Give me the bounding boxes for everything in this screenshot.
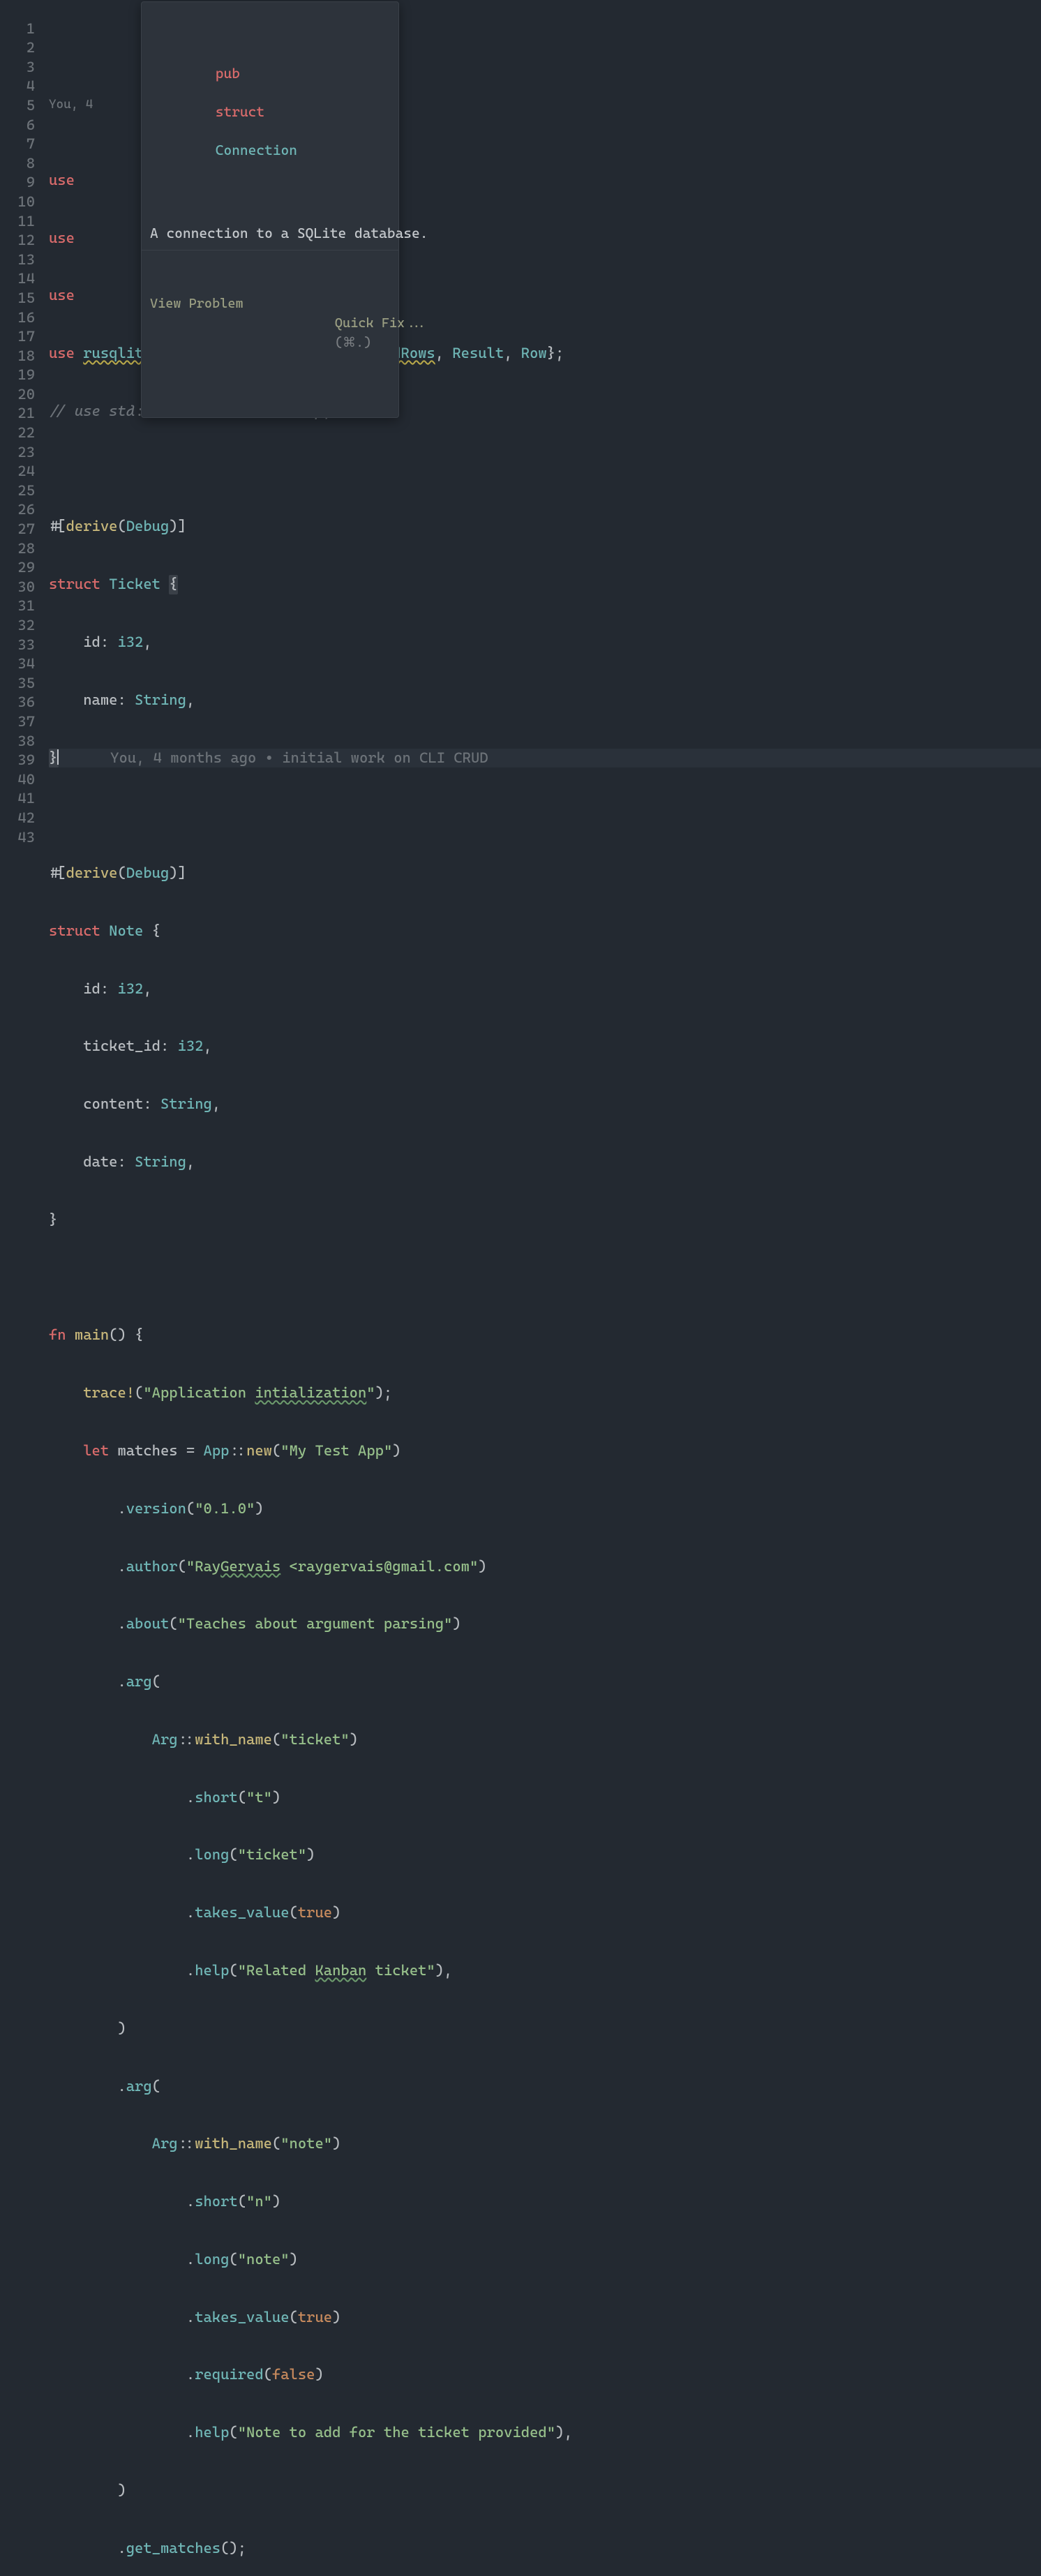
hover-signature: pub struct Connection [142, 40, 398, 181]
line-number: 21 [0, 404, 35, 424]
hover-tooltip: pub struct Connection A connection to a … [141, 1, 399, 418]
line-number-gutter: 1 2 3 4 5 6 7 8 9 10 11 12 13 14 15 16 1… [0, 0, 49, 2576]
line-number: 32 [0, 616, 35, 636]
code-line: ticket_id: i32, [49, 1037, 1041, 1056]
line-number: 43 [0, 828, 35, 848]
line-number: 3 [0, 58, 35, 77]
code-line: name: String, [49, 691, 1041, 710]
code-line: .long("ticket") [49, 1845, 1041, 1865]
line-number: 16 [0, 308, 35, 328]
line-number: 26 [0, 500, 35, 520]
line-number: 22 [0, 424, 35, 443]
line-number: 38 [0, 732, 35, 751]
code-line: date: String, [49, 1153, 1041, 1172]
hover-actions: View Problem Quick Fix... (⌘.) [142, 289, 398, 378]
line-number: 17 [0, 327, 35, 347]
keyword-pub: pub [216, 65, 240, 82]
line-number: 6 [0, 116, 35, 135]
code-line: } [49, 1211, 1041, 1230]
code-line: Arg::with_name("ticket") [49, 1730, 1041, 1750]
code-line: .long("note") [49, 2250, 1041, 2270]
code-line: .required(false) [49, 2365, 1041, 2385]
line-number: 41 [0, 789, 35, 809]
type-name: Connection [216, 142, 297, 158]
code-line: content: String, [49, 1095, 1041, 1114]
code-line: .about("Teaches about argument parsing") [49, 1615, 1041, 1634]
line-number: 10 [0, 193, 35, 212]
line-number: 31 [0, 597, 35, 616]
line-number: 2 [0, 38, 35, 58]
code-line: struct Note { [49, 922, 1041, 941]
code-line [49, 460, 1041, 479]
codelens-blame[interactable]: You, 4 [49, 95, 93, 114]
line-number: 37 [0, 712, 35, 732]
code-line: .author("RayGervais <raygervais@gmail.co… [49, 1557, 1041, 1577]
code-line: .takes_value(true) [49, 1903, 1041, 1923]
line-number: 1 [0, 20, 35, 39]
line-number: 30 [0, 578, 35, 597]
line-number: 7 [0, 135, 35, 154]
code-line: .get_matches(); [49, 2539, 1041, 2559]
line-number: 11 [0, 212, 35, 232]
line-number: 34 [0, 654, 35, 674]
inline-git-blame[interactable]: You, 4 months ago • initial work on CLI … [110, 749, 488, 768]
line-number: 12 [0, 231, 35, 250]
code-area[interactable]: pub struct Connection A connection to a … [49, 0, 1041, 2576]
line-number: 28 [0, 539, 35, 559]
code-line [49, 806, 1041, 825]
code-line [49, 1268, 1041, 1288]
code-line: fn main() { [49, 1326, 1041, 1345]
code-line: .version("0.1.0") [49, 1499, 1041, 1519]
line-number: 4 [0, 77, 35, 96]
code-line: struct Ticket { [49, 575, 1041, 594]
line-number: 24 [0, 462, 35, 481]
code-line: let matches = App::new("My Test App") [49, 1441, 1041, 1461]
line-number: 42 [0, 809, 35, 828]
code-line: .arg( [49, 2077, 1041, 2097]
quick-fix-shortcut: (⌘.) [335, 335, 371, 350]
code-line: .short("n") [49, 2192, 1041, 2212]
code-line: #[derive(Debug)] [49, 517, 1041, 537]
code-line: .arg( [49, 1672, 1041, 1692]
code-line: .help("Note to add for the ticket provid… [49, 2423, 1041, 2443]
line-number: 8 [0, 154, 35, 174]
code-line: .help("Related Kanban ticket"), [49, 1961, 1041, 1981]
code-line: ) [49, 2019, 1041, 2039]
line-number: 27 [0, 520, 35, 539]
line-number: 23 [0, 443, 35, 463]
line-number: 33 [0, 636, 35, 655]
code-line: .takes_value(true) [49, 2308, 1041, 2328]
line-number: 9 [0, 173, 35, 193]
line-number: 15 [0, 289, 35, 308]
line-number: 14 [0, 269, 35, 289]
code-line: .short("t") [49, 1788, 1041, 1808]
line-number: 35 [0, 674, 35, 694]
hover-description: A connection to a SQLite database. [142, 220, 398, 251]
line-number: 20 [0, 385, 35, 405]
code-line: #[derive(Debug)] [49, 864, 1041, 883]
line-number: 18 [0, 347, 35, 366]
line-number: 19 [0, 366, 35, 385]
line-number: 25 [0, 481, 35, 501]
code-editor[interactable]: 1 2 3 4 5 6 7 8 9 10 11 12 13 14 15 16 1… [0, 0, 1041, 2576]
code-line: id: i32, [49, 980, 1041, 999]
quick-fix-link[interactable]: Quick Fix... [335, 315, 428, 331]
code-line: trace!("Application intialization"); [49, 1384, 1041, 1403]
code-line: ) [49, 2481, 1041, 2501]
line-number: 29 [0, 558, 35, 578]
line-number: 36 [0, 693, 35, 712]
line-number: 13 [0, 250, 35, 270]
code-line-active: } You, 4 months ago • initial work on CL… [49, 749, 1041, 768]
line-number: 40 [0, 770, 35, 790]
line-number: 5 [0, 96, 35, 116]
view-problem-link[interactable]: View Problem [150, 294, 244, 371]
line-number: 39 [0, 751, 35, 770]
code-line: id: i32, [49, 633, 1041, 652]
keyword-struct: struct [216, 103, 264, 120]
code-line: Arg::with_name("note") [49, 2134, 1041, 2154]
